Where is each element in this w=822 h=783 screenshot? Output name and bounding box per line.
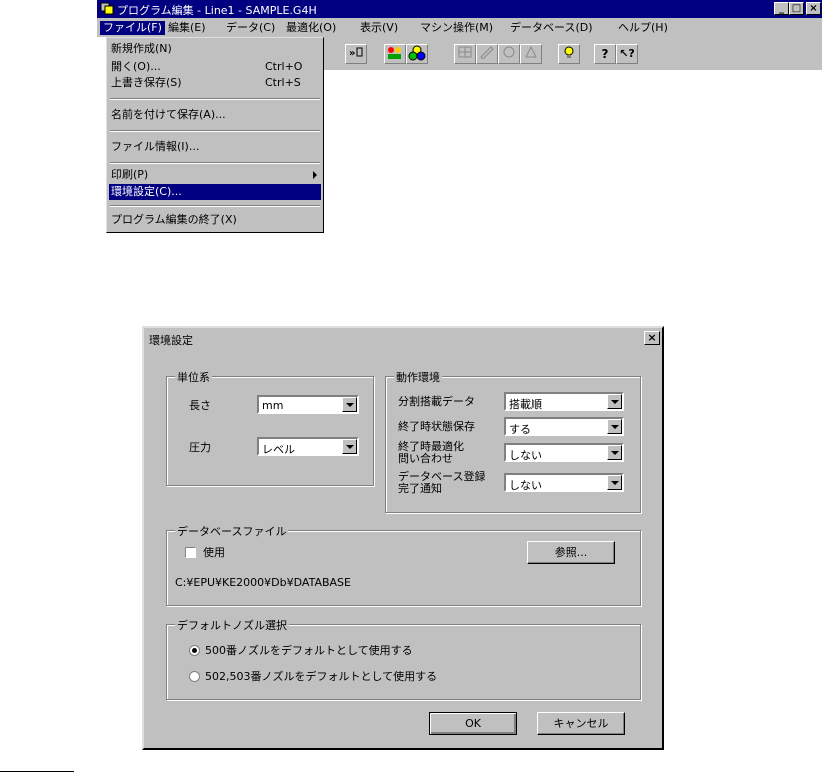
default-nozzle-group: デフォルトノズル選択 500番ノズルをデフォルトとして使用する 502,503番… <box>166 617 641 700</box>
ok-button[interactable]: OK <box>429 712 517 735</box>
menu-item-save-as[interactable]: 名前を付けて保存(A)... <box>109 107 321 123</box>
menu-item-label: 名前を付けて保存(A)... <box>111 108 226 121</box>
minimize-button[interactable]: _ <box>774 2 789 15</box>
length-value: mm <box>262 399 284 412</box>
menu-data[interactable]: データ(C) <box>223 21 278 35</box>
pressure-select[interactable]: レベル <box>257 437 359 456</box>
exit-optimize-value: しない <box>509 449 542 462</box>
default-nozzle-legend: デフォルトノズル選択 <box>175 617 289 633</box>
chevron-down-icon[interactable] <box>342 439 357 454</box>
pressure-label: 圧力 <box>189 441 211 454</box>
menu-database[interactable]: データベース(D) <box>507 21 596 35</box>
file-menu-dropdown: 新規作成(N) 開く(O)... Ctrl+O 上書き保存(S) Ctrl+S … <box>106 37 324 233</box>
menu-item-label: プログラム編集の終了(X) <box>111 213 237 226</box>
help-icon[interactable]: ? <box>594 44 616 64</box>
split-mount-value: 搭載順 <box>509 398 542 411</box>
db-register-label-2: 完了通知 <box>398 482 442 495</box>
color-icon[interactable] <box>406 44 428 64</box>
part-icon[interactable] <box>498 44 520 64</box>
nozzle-500-radio[interactable] <box>189 645 200 656</box>
chevron-down-icon[interactable] <box>607 419 622 434</box>
chevron-down-icon[interactable] <box>607 394 622 409</box>
database-path: C:¥EPU¥KE2000¥Db¥DATABASE <box>175 576 351 589</box>
menu-item-print[interactable]: 印刷(P) <box>109 167 321 183</box>
db-register-select[interactable]: しない <box>504 473 624 492</box>
menu-view[interactable]: 表示(V) <box>357 21 401 35</box>
menu-help[interactable]: ヘルプ(H) <box>615 21 671 35</box>
pressure-value: レベル <box>262 443 295 456</box>
dialog-title-bar[interactable]: 環境設定 × <box>145 329 661 347</box>
close-button[interactable]: × <box>806 2 821 15</box>
nozzle-icon[interactable] <box>384 44 406 64</box>
edit-icon[interactable] <box>476 44 498 64</box>
tool-icon[interactable]: » <box>345 44 367 64</box>
exit-save-label: 終了時状態保存 <box>398 420 475 433</box>
context-help-icon[interactable]: ↖? <box>616 44 638 64</box>
use-label: 使用 <box>203 546 225 559</box>
exit-optimize-select[interactable]: しない <box>504 443 624 462</box>
menu-item-label: ファイル情報(I)... <box>111 140 200 153</box>
split-mount-select[interactable]: 搭載順 <box>504 392 624 411</box>
units-legend: 単位系 <box>175 369 212 385</box>
chevron-down-icon[interactable] <box>607 445 622 460</box>
environment-legend: 動作環境 <box>394 369 442 385</box>
database-file-legend: データベースファイル <box>175 523 289 539</box>
cancel-button[interactable]: キャンセル <box>537 712 625 735</box>
length-select[interactable]: mm <box>257 395 359 414</box>
database-file-group: データベースファイル 使用 参照... C:¥EPU¥KE2000¥Db¥DAT… <box>166 523 641 606</box>
units-group: 単位系 長さ mm 圧力 レベル <box>166 369 374 486</box>
menu-machine[interactable]: マシン操作(M) <box>417 21 496 35</box>
feeder-icon[interactable] <box>520 44 542 64</box>
menu-bar: ファイル(F) 編集(E) データ(C) 最適化(O) 表示(V) マシン操作(… <box>97 18 822 37</box>
menu-item-preferences[interactable]: 環境設定(C)... <box>109 184 321 200</box>
app-title-bar[interactable]: プログラム編集 - Line1 - SAMPLE.G4H _ □ × <box>97 0 822 18</box>
exit-optimize-label-2: 問い合わせ <box>398 452 453 465</box>
menu-item-shortcut: Ctrl+S <box>265 76 301 89</box>
window-title: プログラム編集 - Line1 - SAMPLE.G4H <box>117 4 317 17</box>
app-icon <box>100 2 114 15</box>
footer-rule <box>0 771 74 772</box>
db-register-value: しない <box>509 479 542 492</box>
exit-save-select[interactable]: する <box>504 417 624 436</box>
split-mount-label: 分割搭載データ <box>398 395 475 408</box>
menu-item-label: 印刷(P) <box>111 168 149 181</box>
menu-separator <box>110 162 320 164</box>
menu-separator <box>110 130 320 132</box>
dialog-title: 環境設定 <box>149 334 193 347</box>
menu-file[interactable]: ファイル(F) <box>100 21 165 35</box>
nozzle-502-503-radio[interactable] <box>189 671 200 682</box>
svg-text:»: » <box>349 48 355 59</box>
menu-item-label: 開く(O)... <box>111 60 161 73</box>
menu-item-label: 新規作成(N) <box>111 42 172 55</box>
menu-item-exit[interactable]: プログラム編集の終了(X) <box>109 212 321 228</box>
menu-item-open[interactable]: 開く(O)... Ctrl+O <box>109 59 321 75</box>
dialog-close-button[interactable]: × <box>644 331 660 345</box>
menu-separator <box>110 205 320 207</box>
menu-item-label: 上書き保存(S) <box>111 76 182 89</box>
menu-separator <box>110 98 320 100</box>
menu-item-shortcut: Ctrl+O <box>265 60 303 73</box>
nozzle-500-label: 500番ノズルをデフォルトとして使用する <box>205 644 413 657</box>
menu-optimize[interactable]: 最適化(O) <box>283 21 339 35</box>
exit-save-value: する <box>509 423 531 436</box>
maximize-button[interactable]: □ <box>789 2 804 15</box>
menu-item-file-info[interactable]: ファイル情報(I)... <box>109 139 321 155</box>
length-label: 長さ <box>189 399 211 412</box>
bulb-icon[interactable] <box>558 44 580 64</box>
nozzle-502-503-label: 502,503番ノズルをデフォルトとして使用する <box>205 670 438 683</box>
menu-item-label: 環境設定(C)... <box>111 185 182 198</box>
environment-group: 動作環境 分割搭載データ 搭載順 終了時状態保存 する 終了時最適化 問い合わせ… <box>385 369 641 513</box>
menu-item-save[interactable]: 上書き保存(S) Ctrl+S <box>109 75 321 91</box>
submenu-arrow-icon <box>313 171 317 179</box>
chevron-down-icon[interactable] <box>342 397 357 412</box>
menu-edit[interactable]: 編集(E) <box>165 21 209 35</box>
browse-button[interactable]: 参照... <box>527 541 615 564</box>
chevron-down-icon[interactable] <box>607 475 622 490</box>
use-checkbox[interactable] <box>185 547 196 558</box>
menu-item-new[interactable]: 新規作成(N) <box>109 41 321 57</box>
toolbar: » ? ↖? <box>324 37 822 70</box>
preferences-dialog: 環境設定 × 単位系 長さ mm 圧力 レベル 動作環境 分割搭載データ 搭載順… <box>142 326 664 750</box>
grid-icon[interactable] <box>454 44 476 64</box>
